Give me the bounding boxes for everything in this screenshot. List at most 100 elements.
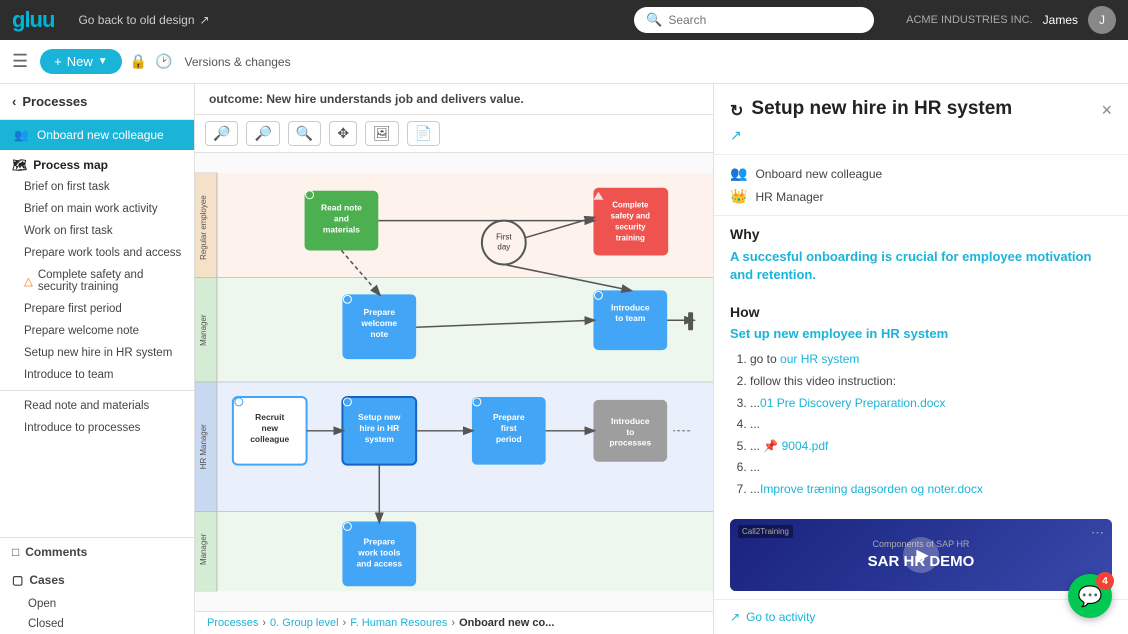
search-bar[interactable]: 🔍 <box>634 7 874 33</box>
svg-text:Manager: Manager <box>199 314 208 346</box>
panel-role-label: 👑 HR Manager <box>730 188 1112 205</box>
sidebar-bottom: □ Comments ▢ Cases Open Closed <box>0 537 194 634</box>
sidebar-item-prepare-welcome-note[interactable]: Prepare welcome note <box>0 320 194 342</box>
comments-icon: □ <box>12 545 19 559</box>
panel-go-to-activity[interactable]: ↗ Go to activity <box>714 599 1128 634</box>
sidebar-open-cases[interactable]: Open <box>0 594 194 614</box>
canvas-content: Regular employee Manager HR Manager Mana… <box>195 153 713 611</box>
sidebar-process-map-section: 🗺 Process map <box>0 150 194 176</box>
right-panel: ↻ Setup new hire in HR system ↗ × 👥 Onbo… <box>713 84 1128 634</box>
search-icon: 🔍 <box>646 12 662 28</box>
refresh-icon: ↻ <box>730 101 743 121</box>
svg-text:and access: and access <box>356 558 402 568</box>
sidebar-processes-header[interactable]: ‹ Processes <box>0 84 194 120</box>
chevron-left-icon: ‹ <box>12 94 16 109</box>
sidebar-item-brief-main-work[interactable]: Brief on main work activity <box>0 198 194 220</box>
image-button[interactable]: 🖼 <box>365 121 399 146</box>
sidebar-item-introduce-team[interactable]: Introduce to team <box>0 364 194 386</box>
list-item: follow this video instruction: <box>750 371 1112 393</box>
sidebar-item-onboard-new-colleague[interactable]: 👥 Onboard new colleague <box>0 120 194 150</box>
sidebar-item-complete-safety[interactable]: △ Complete safety and security training <box>0 264 194 298</box>
document-button[interactable]: 📄 <box>407 121 440 146</box>
new-button[interactable]: + New ▼ <box>40 49 122 74</box>
menu-icon[interactable]: ☰ <box>12 51 28 72</box>
svg-text:work tools: work tools <box>357 547 401 557</box>
sidebar-item-prepare-first-period[interactable]: Prepare first period <box>0 298 194 320</box>
sidebar-item-introduce-processes[interactable]: Introduce to processes <box>0 417 194 439</box>
svg-text:security: security <box>615 223 646 232</box>
canvas-toolbar: 🔎 🔎 🔍 ✥ 🖼 📄 <box>195 115 713 153</box>
zoom-out-outlined-button[interactable]: 🔎 <box>246 121 279 146</box>
panel-how-title: How <box>730 304 1112 320</box>
panel-how-section: How Set up new employee in HR system go … <box>714 294 1128 510</box>
panel-how-list: go to our HR system follow this video in… <box>730 349 1112 500</box>
zoom-in-button[interactable]: 🔎 <box>205 121 238 146</box>
svg-text:period: period <box>496 434 522 444</box>
sidebar-item-read-note[interactable]: Read note and materials <box>0 395 194 417</box>
list-item: ... 📌 9004.pdf <box>750 436 1112 458</box>
warning-icon: △ <box>24 274 33 288</box>
svg-text:Prepare: Prepare <box>364 536 396 546</box>
svg-text:to: to <box>626 427 634 437</box>
breadcrumb-current: Onboard new co... <box>459 617 554 629</box>
svg-text:Complete: Complete <box>612 201 649 210</box>
move-button[interactable]: ✥ <box>329 121 357 146</box>
username: James <box>1043 13 1078 27</box>
avatar[interactable]: J <box>1088 6 1116 34</box>
doc-link-1[interactable]: 01 Pre Discovery Preparation.docx <box>760 396 945 410</box>
panel-how-subtitle: Set up new employee in HR system <box>730 326 1112 341</box>
sidebar-comments-section[interactable]: □ Comments <box>0 538 194 566</box>
panel-why-text: A succesful onboarding is crucial for em… <box>730 248 1112 284</box>
panel-why-title: Why <box>730 226 1112 242</box>
sidebar-item-work-first-task[interactable]: Work on first task <box>0 220 194 242</box>
breadcrumb-human[interactable]: F. Human Resoures <box>350 617 447 629</box>
pdf-link[interactable]: 9004.pdf <box>782 439 829 453</box>
doc-link-2[interactable]: Improve træning dagsorden og noter.docx <box>760 482 983 496</box>
secondbar: ☰ + New ▼ 🔒 🕑 Versions & changes <box>0 40 1128 84</box>
svg-text:Manager: Manager <box>199 533 208 565</box>
svg-text:safety and: safety and <box>611 212 650 221</box>
svg-text:to team: to team <box>615 313 645 323</box>
logo: gluu <box>12 7 54 33</box>
breadcrumb-group[interactable]: 0. Group level <box>270 617 338 629</box>
chat-badge: 4 <box>1096 572 1114 590</box>
svg-text:Read note: Read note <box>321 203 362 213</box>
svg-text:Recruit: Recruit <box>255 412 284 422</box>
list-item: ... <box>750 457 1112 479</box>
versions-changes-button[interactable]: Versions & changes <box>185 55 291 69</box>
breadcrumb-sep-2: › <box>343 617 347 629</box>
svg-text:training: training <box>616 234 645 243</box>
svg-text:Prepare: Prepare <box>364 307 396 317</box>
cases-icon: ▢ <box>12 573 23 587</box>
list-item: ...01 Pre Discovery Preparation.docx <box>750 393 1112 415</box>
close-button[interactable]: × <box>1101 100 1112 121</box>
breadcrumb-processes[interactable]: Processes <box>207 617 258 629</box>
chat-bubble[interactable]: 💬 4 <box>1068 574 1112 618</box>
svg-text:Introduce: Introduce <box>611 302 650 312</box>
list-item: go to our HR system <box>750 349 1112 371</box>
sidebar-closed-cases[interactable]: Closed <box>0 614 194 634</box>
sidebar-item-setup-new-hire[interactable]: Setup new hire in HR system <box>0 342 194 364</box>
back-to-old-design-button[interactable]: Go back to old design ↗ <box>78 13 209 27</box>
panel-process-link[interactable]: 👥 Onboard new colleague <box>730 165 1112 182</box>
svg-text:first: first <box>501 423 517 433</box>
svg-text:colleague: colleague <box>250 434 289 444</box>
search-input[interactable] <box>668 13 862 27</box>
zoom-fit-button[interactable]: 🔍 <box>288 121 321 146</box>
sidebar-cases-section[interactable]: ▢ Cases <box>0 566 194 594</box>
panel-header: ↻ Setup new hire in HR system ↗ × <box>714 84 1128 155</box>
sidebar-item-brief-first-task[interactable]: Brief on first task <box>0 176 194 198</box>
svg-text:welcome: welcome <box>360 318 397 328</box>
svg-text:hire in HR: hire in HR <box>359 423 399 433</box>
external-link-icon[interactable]: ↗ <box>730 127 1091 144</box>
sidebar-item-prepare-work-tools[interactable]: Prepare work tools and access <box>0 242 194 264</box>
panel-video[interactable]: Components of SAP HR SAR HR DEMO Call2Tr… <box>730 519 1112 591</box>
svg-text:Prepare: Prepare <box>493 412 525 422</box>
video-play-button[interactable]: ▶ <box>903 537 939 573</box>
canvas-outcome: outcome: New hire understands job and de… <box>195 84 713 115</box>
topbar-right: ACME INDUSTRIES INC. James J <box>906 6 1116 34</box>
lock-icon: 🔒 <box>130 53 147 70</box>
main-layout: ‹ Processes 👥 Onboard new colleague 🗺 Pr… <box>0 84 1128 634</box>
our-hr-system-link[interactable]: our HR system <box>780 352 859 366</box>
process-icon: 👥 <box>14 128 29 142</box>
